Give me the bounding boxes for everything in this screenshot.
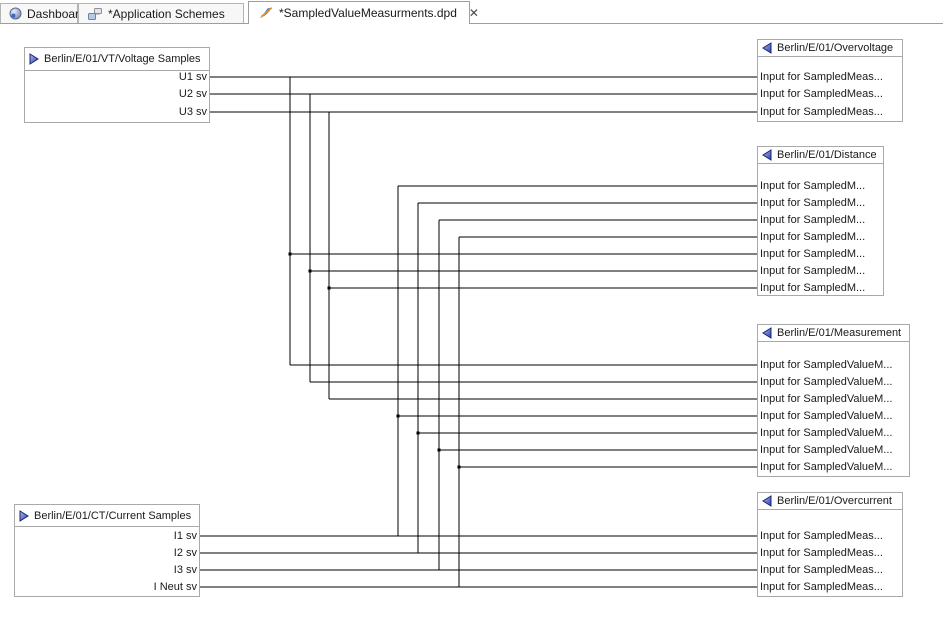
output-pin[interactable]: U2 sv xyxy=(27,86,207,102)
block-distance[interactable]: Berlin/E/01/Distance Input for SampledM..… xyxy=(757,146,884,296)
input-pin[interactable]: Input for SampledM... xyxy=(760,280,881,296)
block-measurement[interactable]: Berlin/E/01/Measurement Input for Sampled… xyxy=(757,324,910,477)
tab-dashboard[interactable]: Dashboard xyxy=(0,3,78,23)
triangle-left-icon xyxy=(762,149,772,161)
output-pin[interactable]: I1 sv xyxy=(17,528,197,544)
block-title: Berlin/E/01/Distance xyxy=(777,149,877,161)
block-title: Berlin/E/01/Overvoltage xyxy=(777,42,893,54)
triangle-left-icon xyxy=(762,42,772,54)
triangle-right-icon xyxy=(29,53,39,65)
tab-sampledvaluemeasurments-dpd[interactable]: *SampledValueMeasurments.dpd ✕ xyxy=(248,1,470,24)
block-title: Berlin/E/01/Overcurrent xyxy=(777,495,892,507)
wire-junction xyxy=(438,449,441,452)
application-scheme-icon xyxy=(87,7,103,21)
block-title: Berlin/E/01/CT/Current Samples xyxy=(34,510,191,522)
wire-junction xyxy=(289,253,292,256)
output-pin[interactable]: U3 sv xyxy=(27,104,207,120)
input-pin[interactable]: Input for SampledM... xyxy=(760,246,881,262)
input-pin[interactable]: Input for SampledMeas... xyxy=(760,545,900,561)
editor-tab-bar: Dashboard *Application Schemes *SampledV… xyxy=(0,0,943,24)
block-header: Berlin/E/01/VT/Voltage Samples xyxy=(25,48,209,71)
block-title: Berlin/E/01/Measurement xyxy=(777,327,901,339)
triangle-left-icon xyxy=(762,495,772,507)
wire-junction xyxy=(397,415,400,418)
input-pin[interactable]: Input for SampledValueM... xyxy=(760,391,907,407)
input-pin[interactable]: Input for SampledMeas... xyxy=(760,528,900,544)
dpd-document-icon xyxy=(258,6,274,20)
output-pin[interactable]: I Neut sv xyxy=(17,579,197,595)
input-pin[interactable]: Input for SampledM... xyxy=(760,178,881,194)
block-overcurrent[interactable]: Berlin/E/01/Overcurrent Input for Sampled… xyxy=(757,492,903,597)
input-pin[interactable]: Input for SampledValueM... xyxy=(760,459,907,475)
block-voltage-samples[interactable]: Berlin/E/01/VT/Voltage Samples U1 svU2 sv… xyxy=(24,47,210,123)
input-pin[interactable]: Input for SampledValueM... xyxy=(760,442,907,458)
block-header: Berlin/E/01/CT/Current Samples xyxy=(15,505,199,527)
tab-label: Dashboard xyxy=(27,7,86,21)
wire-junction xyxy=(417,432,420,435)
input-pin[interactable]: Input for SampledMeas... xyxy=(760,69,900,85)
output-pin[interactable]: I2 sv xyxy=(17,545,197,561)
input-pin[interactable]: Input for SampledMeas... xyxy=(760,579,900,595)
input-pin[interactable]: Input for SampledMeas... xyxy=(760,562,900,578)
block-title: Berlin/E/01/VT/Voltage Samples xyxy=(44,53,201,65)
output-pin[interactable]: I3 sv xyxy=(17,562,197,578)
input-pin[interactable]: Input for SampledValueM... xyxy=(760,408,907,424)
wire-junction xyxy=(309,270,312,273)
input-pin[interactable]: Input for SampledValueM... xyxy=(760,425,907,441)
input-pin[interactable]: Input for SampledValueM... xyxy=(760,357,907,373)
block-current-samples[interactable]: Berlin/E/01/CT/Current Samples I1 svI2 sv… xyxy=(14,504,200,597)
input-pin[interactable]: Input for SampledM... xyxy=(760,212,881,228)
input-pin[interactable]: Input for SampledMeas... xyxy=(760,104,900,120)
diagram-canvas[interactable]: Berlin/E/01/VT/Voltage Samples U1 svU2 sv… xyxy=(0,0,943,634)
close-icon[interactable]: ✕ xyxy=(467,6,481,20)
block-header: Berlin/E/01/Measurement xyxy=(758,325,909,342)
block-header: Berlin/E/01/Distance xyxy=(758,147,883,164)
input-pin[interactable]: Input for SampledM... xyxy=(760,229,881,245)
block-overvoltage[interactable]: Berlin/E/01/Overvoltage Input for Sampled… xyxy=(757,39,903,122)
tab-label: *SampledValueMeasurments.dpd xyxy=(279,6,457,20)
input-pin[interactable]: Input for SampledMeas... xyxy=(760,86,900,102)
input-pin[interactable]: Input for SampledM... xyxy=(760,263,881,279)
tab-application-schemes[interactable]: *Application Schemes xyxy=(78,3,244,23)
output-pin[interactable]: U1 sv xyxy=(27,69,207,85)
input-pin[interactable]: Input for SampledM... xyxy=(760,195,881,211)
globe-dashboard-icon xyxy=(9,7,22,20)
input-pin[interactable]: Input for SampledValueM... xyxy=(760,374,907,390)
block-header: Berlin/E/01/Overcurrent xyxy=(758,493,902,510)
triangle-right-icon xyxy=(19,510,29,522)
tab-label: *Application Schemes xyxy=(108,7,225,21)
wire-junction xyxy=(458,466,461,469)
block-header: Berlin/E/01/Overvoltage xyxy=(758,40,902,57)
wire-junction xyxy=(328,287,331,290)
triangle-left-icon xyxy=(762,327,772,339)
